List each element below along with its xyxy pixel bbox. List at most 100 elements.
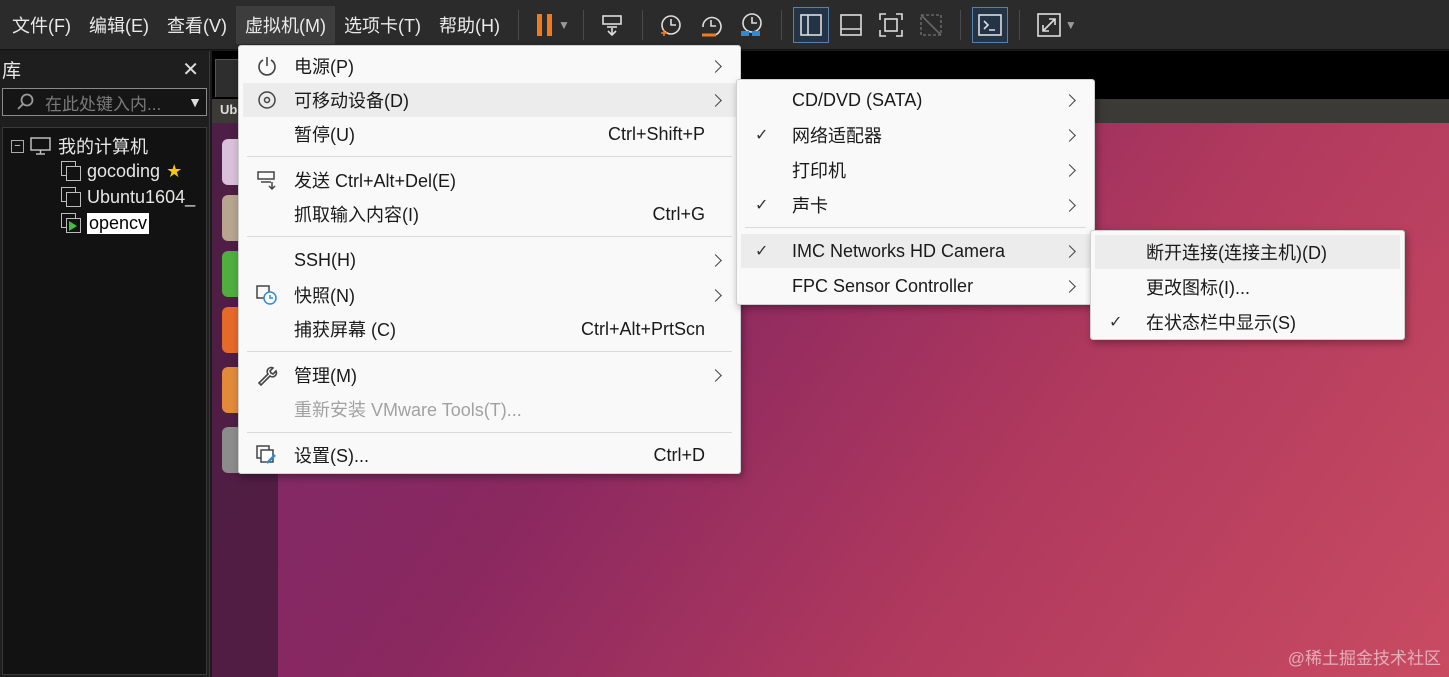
tree-item-vm[interactable]: gocoding ★	[61, 158, 182, 184]
menu-item-reinstall-tools: 重新安装 VMware Tools(T)...	[243, 392, 736, 426]
snapshot-revert-icon	[701, 16, 722, 36]
stretch-dropdown-icon[interactable]: ▼	[1065, 18, 1077, 32]
disc-icon	[255, 88, 279, 112]
stretch-icon	[1037, 12, 1061, 37]
camera-submenu: 断开连接(连接主机)(D) 更改图标(I)... ✓ 在状态栏中显示(S)	[1090, 230, 1405, 340]
library-header: 库 ✕	[0, 51, 209, 87]
device-label: 声卡	[792, 196, 828, 216]
revert-snapshot-button[interactable]	[694, 7, 730, 43]
fullscreen-button[interactable]	[873, 7, 909, 43]
menu-item-label: 快照(N)	[294, 286, 355, 306]
device-item-camera[interactable]: ✓ IMC Networks HD Camera	[741, 234, 1090, 268]
vm-tab[interactable]	[215, 59, 239, 97]
submenu-arrow-icon	[709, 253, 722, 267]
submenu-arrow-icon	[1063, 279, 1076, 293]
wrench-icon	[255, 363, 279, 387]
menu-tabs[interactable]: 选项卡(T)	[335, 6, 430, 44]
toolbar-separator	[959, 9, 961, 40]
library-tree: − 我的计算机 gocoding ★ Ubuntu1604_ opencv	[2, 127, 207, 675]
menu-file[interactable]: 文件(F)	[0, 6, 80, 44]
menu-item-settings[interactable]: 设置(S)... Ctrl+D	[243, 438, 736, 472]
close-icon[interactable]: ✕	[182, 57, 199, 82]
camera-show-in-statusbar-item[interactable]: ✓ 在状态栏中显示(S)	[1095, 305, 1400, 339]
unity-icon	[920, 13, 942, 36]
submenu-arrow-icon	[709, 288, 722, 302]
menu-item-send-ctrl-alt-del[interactable]: 发送 Ctrl+Alt+Del(E)	[243, 163, 736, 197]
menu-item-shortcut: Ctrl+Alt+PrtScn	[580, 318, 705, 339]
menu-edit[interactable]: 编辑(E)	[80, 6, 158, 44]
take-snapshot-button[interactable]	[654, 7, 690, 43]
collapse-icon[interactable]: −	[11, 139, 24, 153]
camera-item-label: 更改图标(I)...	[1146, 278, 1250, 298]
menu-item-manage[interactable]: 管理(M)	[243, 358, 736, 392]
checkmark-icon: ✓	[755, 127, 769, 144]
tree-root-label: 我的计算机	[58, 137, 148, 157]
vm-label: gocoding	[87, 160, 161, 181]
fullscreen-icon	[879, 12, 903, 37]
menu-item-removable-devices[interactable]: 可移动设备(D)	[243, 83, 736, 117]
device-item[interactable]: CD/DVD (SATA)	[741, 83, 1090, 117]
menu-item-grab-input[interactable]: 抓取输入内容(I) Ctrl+G	[243, 197, 736, 231]
library-search-input[interactable]: 在此处键入内... ▼	[2, 88, 207, 116]
tree-item-vm-selected[interactable]: opencv	[61, 210, 150, 236]
vm-label: Ubuntu1604_	[87, 186, 196, 207]
camera-disconnect-item[interactable]: 断开连接(连接主机)(D)	[1095, 235, 1400, 269]
device-label: CD/DVD (SATA)	[792, 89, 923, 110]
devices-submenu: CD/DVD (SATA) ✓ 网络适配器 打印机 ✓ 声卡 ✓ IMC Net…	[736, 79, 1095, 305]
menu-vm[interactable]: 虚拟机(M)	[235, 5, 335, 44]
library-title: 库	[2, 60, 22, 82]
tree-item-vm[interactable]: Ubuntu1604_	[61, 184, 195, 210]
pause-button[interactable]	[530, 7, 560, 43]
toolbar-separator	[517, 9, 519, 40]
device-item[interactable]: ✓ 声卡	[741, 188, 1090, 222]
toolbar-separator	[641, 9, 643, 40]
menu-item-label: 捕获屏幕 (C)	[294, 320, 396, 340]
unity-button	[913, 7, 949, 43]
camera-change-icon-item[interactable]: 更改图标(I)...	[1095, 270, 1400, 304]
power-icon	[255, 54, 279, 78]
console-view-button[interactable]	[971, 6, 1008, 43]
menu-item-label: 抓取输入内容(I)	[294, 205, 419, 225]
submenu-arrow-icon	[1063, 163, 1076, 177]
vm-running-icon	[61, 213, 81, 233]
device-item[interactable]: ✓ 网络适配器	[741, 118, 1090, 152]
vm-menu: 电源(P) 可移动设备(D) 暂停(U) Ctrl+Shift+P 发送 Ctr…	[238, 45, 741, 474]
view-thumbnail-button[interactable]	[833, 7, 869, 43]
snapshot-manager-button[interactable]	[734, 7, 770, 43]
checkmark-icon: ✓	[755, 243, 769, 260]
camera-item-label: 在状态栏中显示(S)	[1146, 313, 1296, 333]
menu-item-shortcut: Ctrl+D	[653, 444, 705, 465]
device-item[interactable]: 打印机	[741, 153, 1090, 187]
submenu-arrow-icon	[709, 93, 722, 107]
menu-view[interactable]: 查看(V)	[158, 6, 236, 44]
view-thumbnail-icon	[840, 13, 862, 36]
toolbar-separator	[780, 9, 782, 40]
library-panel: 库 ✕ 在此处键入内... ▼ − 我的计算机 gocoding ★ Ubunt…	[0, 51, 210, 677]
menu-item-label: 可移动设备(D)	[294, 91, 409, 111]
device-label: FPC Sensor Controller	[792, 275, 974, 296]
menu-help[interactable]: 帮助(H)	[430, 6, 509, 44]
menu-item-label: 电源(P)	[294, 57, 354, 77]
pause-dropdown-icon[interactable]: ▼	[558, 18, 570, 32]
send-keys-icon	[255, 168, 279, 192]
device-label: IMC Networks HD Camera	[792, 240, 1006, 261]
view-library-button[interactable]	[792, 6, 829, 43]
checkmark-icon: ✓	[755, 197, 769, 214]
watermark: @稀土掘金技术社区	[1287, 649, 1441, 668]
submenu-arrow-icon	[709, 59, 722, 73]
menu-item-ssh[interactable]: SSH(H)	[243, 243, 736, 277]
chevron-down-icon[interactable]: ▼	[188, 94, 202, 110]
menu-item-capture-screen[interactable]: 捕获屏幕 (C) Ctrl+Alt+PrtScn	[243, 312, 736, 346]
console-icon	[978, 13, 1002, 36]
send-ctrl-alt-del-icon	[602, 14, 622, 36]
stretch-button[interactable]	[1031, 7, 1067, 43]
star-icon: ★	[166, 160, 183, 181]
device-item[interactable]: FPC Sensor Controller	[741, 269, 1090, 303]
menu-separator	[247, 432, 732, 433]
menu-item-power[interactable]: 电源(P)	[243, 49, 736, 83]
send-ctrl-alt-del-button[interactable]	[595, 7, 631, 43]
tree-root-my-computer[interactable]: − 我的计算机	[11, 133, 148, 159]
vm-icon	[61, 187, 81, 207]
menu-item-snapshot[interactable]: 快照(N)	[243, 278, 736, 312]
menu-item-pause[interactable]: 暂停(U) Ctrl+Shift+P	[243, 117, 736, 151]
